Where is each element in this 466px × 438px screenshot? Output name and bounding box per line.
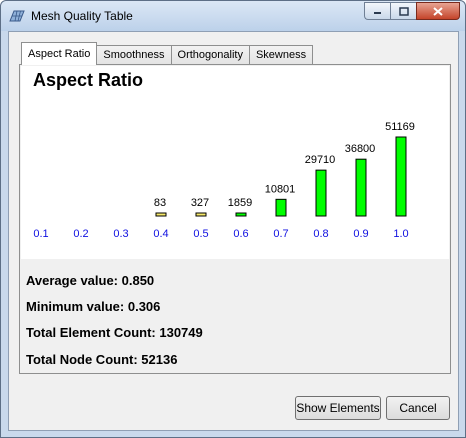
x-tick-label-0.3: 0.3 [113, 228, 128, 240]
histogram-chart: 0.1 0.2 0.3 83 0.4 327 0.5 1859 0.6 10801 0.7 29710… [33, 121, 415, 240]
tab-panel: Aspect Ratio 0.1 0.2 0.3 83 0.4 327 0.5 1859 0.6… [19, 64, 451, 374]
mesh-icon [9, 10, 25, 22]
x-tick-label-0.8: 0.8 [313, 228, 328, 240]
bar-value-label-0.7: 10801 [265, 183, 296, 195]
tab-aspect-ratio[interactable]: Aspect Ratio [21, 42, 98, 65]
average-value: Average value: 0.850 [26, 273, 155, 288]
bar-0.4 [155, 212, 167, 217]
tab-strip: Aspect Ratio Smoothness Orthogonality Sk… [21, 42, 314, 65]
bar-0.6 [235, 212, 247, 217]
x-tick-label-0.9: 0.9 [353, 228, 368, 240]
bar-value-label-1.0: 51169 [385, 121, 415, 133]
maximize-button[interactable] [390, 2, 416, 20]
title-bar: Mesh Quality Table [1, 1, 465, 31]
x-tick-label-0.6: 0.6 [233, 228, 248, 240]
bar-value-label-0.5: 327 [191, 197, 209, 209]
close-icon [433, 6, 443, 16]
x-tick-label-0.7: 0.7 [273, 228, 288, 240]
bar-0.7 [275, 198, 287, 217]
window-controls [364, 2, 460, 20]
x-tick-label-0.4: 0.4 [153, 228, 168, 240]
bar-value-label-0.4: 83 [154, 197, 166, 209]
tab-smoothness[interactable]: Smoothness [96, 45, 172, 65]
bar-value-label-0.9: 36800 [345, 143, 376, 155]
bar-0.9 [355, 158, 367, 217]
mesh-quality-window: Mesh Quality Table Aspect Ratio Smoothne… [0, 0, 466, 438]
bar-value-label-0.8: 29710 [305, 154, 336, 166]
window-title: Mesh Quality Table [31, 9, 133, 23]
minimize-button[interactable] [364, 2, 390, 20]
minimum-value: Minimum value: 0.306 [26, 299, 161, 314]
x-tick-label-0.2: 0.2 [73, 228, 88, 240]
show-elements-button[interactable]: Show Elements [295, 396, 381, 420]
x-tick-label-1.0: 1.0 [393, 228, 408, 240]
bar-0.5 [195, 212, 207, 217]
tab-skewness[interactable]: Skewness [248, 45, 314, 65]
cancel-button[interactable]: Cancel [386, 396, 450, 420]
x-tick-label-0.5: 0.5 [193, 228, 208, 240]
close-button[interactable] [416, 2, 460, 20]
dialog-body: Aspect Ratio Smoothness Orthogonality Sk… [8, 31, 459, 431]
histogram-area: Aspect Ratio 0.1 0.2 0.3 83 0.4 327 0.5 1859 0.6… [21, 66, 449, 259]
bar-1.0 [395, 136, 407, 217]
bar-0.8 [315, 169, 327, 217]
total-element-count: Total Element Count: 130749 [26, 325, 203, 340]
maximize-icon [398, 6, 409, 16]
total-node-count: Total Node Count: 52136 [26, 352, 178, 367]
minimize-icon [373, 12, 381, 14]
tab-orthogonality[interactable]: Orthogonality [170, 45, 250, 65]
bar-value-label-0.6: 1859 [228, 197, 252, 209]
x-tick-label-0.1: 0.1 [33, 228, 48, 240]
